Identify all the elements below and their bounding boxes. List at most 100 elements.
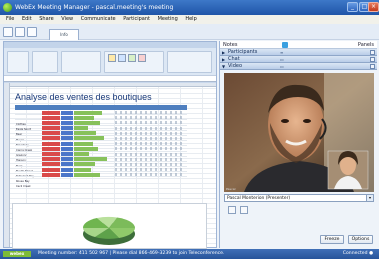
ribbon-group-alignment — [61, 51, 101, 73]
store-name-cell: Rouse Bay — [15, 167, 42, 183]
minimize-button[interactable]: _ — [347, 2, 358, 12]
sales-cell-red — [42, 167, 60, 172]
sparkline — [115, 162, 185, 166]
panel-participants[interactable]: ▶ Participants ≡ — [220, 49, 377, 56]
sales-cell-red — [42, 152, 60, 156]
store-name-cell: Flarp — [15, 152, 42, 168]
sales-cell-blue — [61, 141, 73, 146]
right-panel: Notes Panels ▶ Participants ≡ ▶ Chat ▭ ▼… — [219, 41, 377, 248]
fullscreen-icon[interactable] — [240, 206, 248, 214]
panel-close-icon[interactable] — [370, 50, 375, 55]
menu-communicate[interactable]: Communicate — [81, 16, 116, 22]
menu-share[interactable]: Share — [39, 16, 53, 22]
panel-video[interactable]: ▼ Video ▭ — [220, 63, 377, 70]
store-name-cell: Cecil Creek — [15, 172, 42, 188]
sales-cell-red — [42, 136, 60, 141]
sales-cell-blue — [61, 167, 73, 172]
sales-cell-blue — [61, 110, 73, 115]
sheet-title: Analyse des ventes des boutiques — [15, 92, 152, 102]
notes-bar: Notes Panels — [220, 41, 377, 49]
sales-cell-blue — [61, 157, 73, 162]
sales-cell-red — [42, 131, 60, 136]
menu-file[interactable]: File — [6, 16, 14, 22]
style-swatch-icon — [138, 54, 146, 62]
open-doc-icon[interactable] — [15, 27, 25, 37]
sparkline — [115, 121, 185, 125]
status-bar: webex Meeting number: 411 502 967 | Plea… — [0, 249, 379, 259]
sales-cell-blue — [61, 131, 73, 136]
chevron-down-icon[interactable]: ▾ — [366, 195, 373, 201]
sales-databar — [74, 167, 91, 172]
sales-cell-blue — [61, 126, 73, 131]
row-header — [4, 83, 10, 247]
sales-cell-red — [42, 141, 60, 146]
sales-databar — [74, 157, 107, 162]
spreadsheet-grid: Analyse des ventes des boutiques Clothes… — [4, 83, 216, 249]
menu-meeting[interactable]: Meeting — [158, 16, 178, 22]
column-header — [4, 83, 216, 87]
formula-bar — [4, 75, 216, 81]
sales-cell-red — [42, 157, 60, 162]
sales-databar — [74, 136, 104, 141]
panel-close-icon[interactable] — [370, 57, 375, 62]
presenter-dropdown[interactable]: Pascal Monterion (Presenter) ▾ — [224, 194, 374, 202]
sales-databar — [74, 120, 100, 125]
video-feed[interactable]: Pascal — [224, 73, 374, 192]
menu-view[interactable]: View — [61, 16, 73, 22]
shared-content-area[interactable]: Analyse des ventes des boutiques Clothes… — [3, 41, 217, 249]
ribbon-group-font — [32, 51, 58, 73]
sales-cell-blue — [61, 120, 73, 125]
sales-cell-blue — [61, 162, 73, 167]
sales-databar — [74, 146, 98, 151]
video-icon: ▭ — [280, 64, 284, 69]
excel-ribbon — [4, 42, 216, 82]
sales-cell-red — [42, 172, 60, 177]
presenter-video-image — [224, 73, 374, 192]
sales-cell-blue — [61, 115, 73, 120]
store-name-cell: Bear — [15, 120, 42, 136]
store-name-cell: Hanson — [15, 146, 42, 162]
panel-close-icon[interactable] — [370, 64, 375, 69]
sparkline — [115, 152, 185, 156]
sales-cell-blue — [61, 136, 73, 141]
sales-databar — [74, 152, 89, 156]
share-icon[interactable] — [27, 27, 37, 37]
title-bar: WebEx Meeting Manager - pascal.meeting's… — [0, 0, 379, 15]
freeze-button[interactable]: Freeze — [320, 235, 344, 244]
lock-video-icon[interactable] — [228, 206, 236, 214]
table-row: Cecil Creek — [15, 172, 187, 188]
sales-cell-blue — [61, 146, 73, 151]
store-name-cell: Gregory — [15, 141, 42, 157]
pie-chart — [12, 203, 207, 249]
meeting-info-text: Meeting number: 411 502 967 | Please dia… — [38, 251, 225, 256]
sales-cell-blue — [61, 152, 73, 156]
sales-cell-red — [42, 146, 60, 151]
pie-chart-graphic — [82, 216, 136, 245]
store-name-cell: Clothes — [15, 110, 42, 126]
store-name-cell: Mayer — [15, 126, 42, 142]
menu-edit[interactable]: Edit — [22, 16, 32, 22]
toolbar: Info — [0, 24, 379, 40]
ribbon-group-clipboard — [7, 51, 29, 73]
notes-label[interactable]: Notes — [223, 41, 237, 49]
sparkline — [115, 157, 185, 161]
tab-info[interactable]: Info — [49, 29, 79, 40]
sparkline — [115, 168, 185, 172]
sales-cell-red — [42, 162, 60, 167]
ribbon-tabs — [4, 42, 216, 48]
sales-databar — [74, 172, 100, 177]
panel-chat[interactable]: ▶ Chat ▭ — [220, 56, 377, 63]
panels-dropdown[interactable]: Panels — [358, 41, 374, 49]
new-doc-icon[interactable] — [3, 27, 13, 37]
sales-databar — [74, 162, 95, 167]
collapse-triangle-icon: ▶ — [222, 57, 226, 62]
sales-databar — [74, 115, 94, 120]
sales-databar — [74, 110, 102, 115]
sparkline — [115, 116, 185, 120]
menu-help[interactable]: Help — [185, 16, 196, 22]
options-button[interactable]: Options — [348, 235, 373, 244]
window-title: WebEx Meeting Manager - pascal.meeting's… — [15, 4, 174, 11]
close-button[interactable]: × — [368, 2, 379, 12]
notes-icon[interactable] — [282, 42, 288, 48]
menu-participant[interactable]: Participant — [123, 16, 150, 22]
